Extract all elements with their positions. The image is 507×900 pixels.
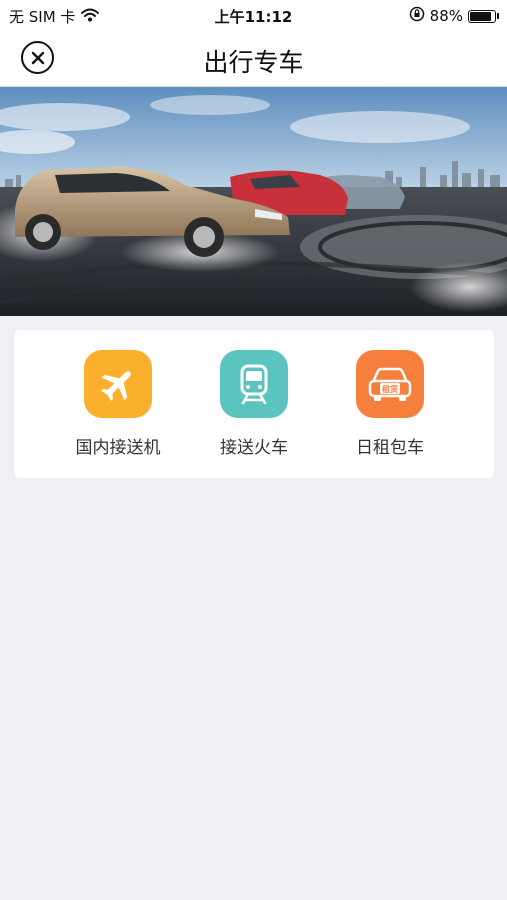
battery-tip [497,13,499,19]
airplane-icon [84,350,152,418]
orientation-lock-icon [409,6,425,26]
car-banner-illustration [0,87,507,316]
service-train-transfer[interactable]: 接送火车 [184,350,324,470]
train-icon [220,350,288,418]
service-card: 国内接送机 接送火车 租赁 日租包车 [14,330,494,478]
service-label: 接送火车 [220,438,288,458]
battery-icon [468,9,496,23]
page-title: 出行专车 [203,48,304,77]
nav-bar: 出行专车 [0,30,507,87]
battery-fill [470,11,491,21]
status-right: 88% [409,6,499,26]
service-domestic-airport-transfer[interactable]: 国内接送机 [48,350,188,470]
service-label: 日租包车 [356,438,424,458]
service-label: 国内接送机 [75,438,161,458]
status-bar: 无 SIM 卡 上午11:12 88% [0,0,507,30]
service-daily-car-rental[interactable]: 租赁 日租包车 [320,350,460,470]
rental-car-icon: 租赁 [356,350,424,418]
banner-image[interactable] [0,87,507,316]
rental-badge-text: 租赁 [382,384,398,394]
battery-percent: 88% [429,7,463,25]
